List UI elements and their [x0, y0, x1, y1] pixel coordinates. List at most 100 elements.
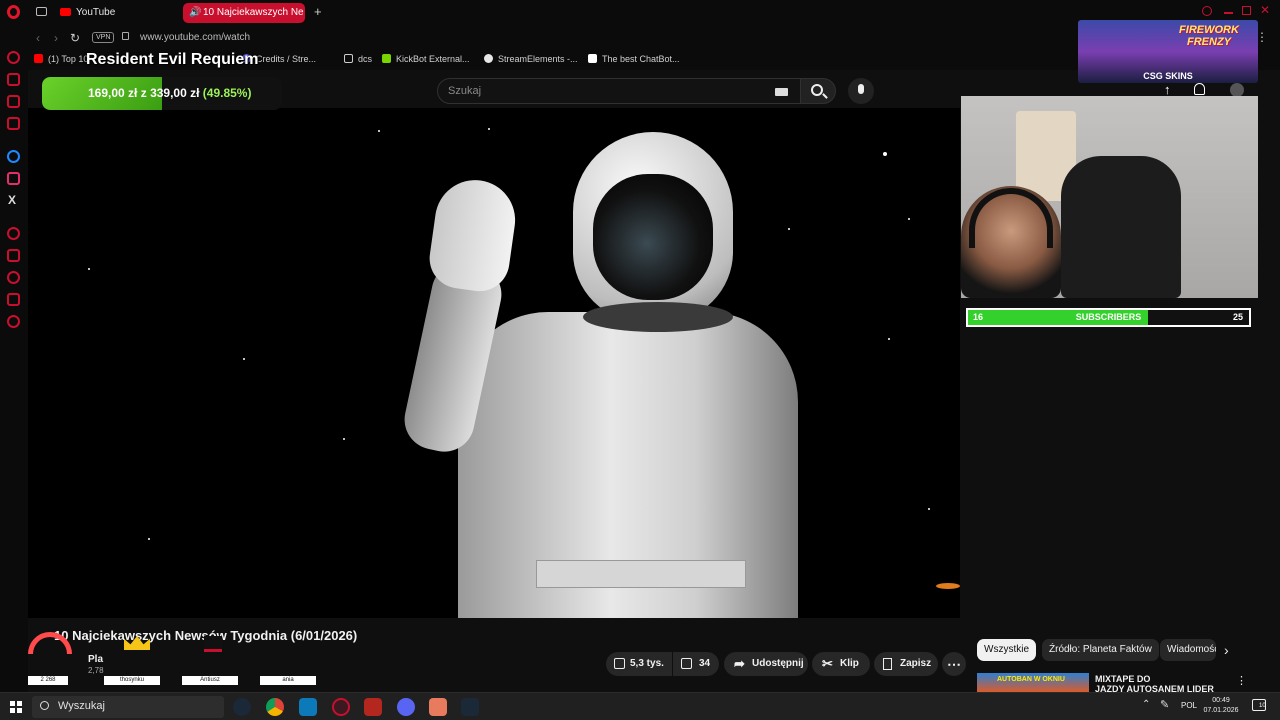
bookmark-folder[interactable]: dcs	[344, 54, 372, 64]
voice-search-button[interactable]	[848, 78, 874, 104]
steam-app-icon[interactable]	[233, 698, 251, 716]
forward-icon[interactable]: ›	[54, 31, 58, 45]
create-icon[interactable]: ↑	[1164, 82, 1171, 97]
rainbow-decoration	[28, 632, 72, 654]
search-tabs-icon[interactable]	[1202, 6, 1212, 16]
paint-app-icon[interactable]	[429, 698, 447, 716]
sidebar-player-icon[interactable]	[7, 95, 20, 108]
tray-overflow-icon[interactable]: ⌃	[1142, 699, 1150, 710]
opera-app-icon[interactable]	[332, 698, 350, 716]
opera-logo-icon[interactable]	[7, 5, 20, 19]
tab-youtube[interactable]: YouTube	[56, 3, 180, 23]
chip-news[interactable]: Wiadomości	[1160, 639, 1216, 661]
bookmark-item[interactable]: KickBot External...	[382, 54, 470, 64]
viewer-avatar: ania	[260, 676, 316, 685]
microphone-icon	[858, 84, 864, 94]
sidebar-clock-icon[interactable]	[7, 271, 20, 284]
star	[243, 358, 245, 360]
search-icon-handle	[822, 93, 828, 99]
sidebar-speed-dial-icon[interactable]	[7, 227, 20, 240]
ufo-icon	[936, 583, 960, 589]
bookmark-item[interactable]: (1) Top 10	[34, 54, 88, 64]
star	[343, 438, 345, 440]
lock-icon	[122, 32, 129, 40]
astronaut-collar	[583, 302, 733, 332]
viewer-avatar: Antiusz	[182, 676, 238, 685]
browser-sidebar: X	[0, 0, 28, 692]
sidebar-wallet-icon[interactable]	[7, 249, 20, 262]
like-button[interactable]: 5,3 tys.	[606, 652, 672, 676]
video-player[interactable]	[28, 108, 960, 618]
url-field[interactable]: www.youtube.com/watch	[140, 32, 250, 43]
bookmark-item[interactable]: The best ChatBot...	[588, 54, 680, 64]
sidebar-instagram-icon[interactable]	[7, 172, 20, 185]
sidebar-x-icon[interactable]: X	[8, 193, 16, 207]
sponsor-banner: FIREWORK FRENZY CSG SKINS	[1078, 20, 1258, 83]
viewer-avatar: 2 268	[28, 676, 68, 685]
language-indicator[interactable]: POL	[1181, 701, 1197, 710]
bookmark-item[interactable]: StreamElements -...	[484, 54, 578, 64]
voicemeeter-app-icon[interactable]	[364, 698, 382, 716]
banner-brand: CSG SKINS	[1143, 71, 1193, 81]
sidebar-settings-icon[interactable]	[7, 315, 20, 328]
new-tab-button[interactable]: +	[314, 4, 322, 19]
clock[interactable]: 00:49 07.01.2026	[1202, 696, 1240, 716]
astronaut-belt	[536, 560, 746, 588]
recommended-title[interactable]: MIXTAPE DO JAZDY AUTOSANEM LIDER 10	[1095, 674, 1225, 692]
taskbar-search[interactable]: Wyszukaj	[32, 696, 224, 718]
steam-tray-app-icon[interactable]	[461, 698, 479, 716]
search-icon	[40, 701, 49, 710]
chips-next-icon[interactable]: ›	[1224, 642, 1229, 658]
thumbs-down-icon	[681, 658, 692, 669]
close-icon[interactable]: ✕	[1260, 3, 1270, 17]
account-avatar[interactable]	[1230, 83, 1244, 97]
tab-active-video[interactable]: 🔊 10 Najciekawszych Ne	[183, 3, 305, 23]
sidebar-history-icon[interactable]	[7, 51, 20, 64]
stream-title-overlay: Resident Evil Requiem	[86, 51, 259, 68]
top-hat-icon	[204, 636, 222, 652]
reload-icon[interactable]: ↻	[70, 31, 80, 45]
scissors-icon: ✂	[822, 656, 833, 671]
notification-center-icon[interactable]: 10	[1252, 699, 1266, 711]
more-actions-button[interactable]: ⋯	[942, 652, 966, 676]
recommended-menu-icon[interactable]: ⋮	[1236, 674, 1247, 687]
notification-count: 10	[1259, 703, 1266, 709]
recommended-thumbnail[interactable]: AUTOBAN W OKNIU	[977, 673, 1089, 692]
chrome-app-icon[interactable]	[266, 698, 284, 716]
banner-title: FIREWORK FRENZY	[1179, 24, 1239, 48]
subscriber-goal-label: SUBSCRIBERS	[1075, 312, 1142, 322]
minimize-icon[interactable]	[1224, 12, 1233, 14]
sidebar-messenger-icon[interactable]	[7, 150, 20, 163]
maximize-icon[interactable]	[1242, 6, 1251, 15]
donation-goal-text: 169,00 zł z 339,00 zł (49.85%)	[88, 86, 252, 100]
star	[928, 508, 930, 510]
workspace-icon[interactable]	[36, 7, 47, 16]
sidebar-aria-icon[interactable]	[7, 73, 20, 86]
start-button[interactable]	[10, 701, 22, 713]
keyboard-icon[interactable]	[775, 88, 788, 96]
webcam-overlay	[961, 96, 1258, 298]
dislike-button[interactable]: 34	[673, 652, 719, 676]
youtube-favicon-icon	[60, 8, 71, 16]
star	[908, 218, 910, 220]
back-icon[interactable]: ‹	[36, 31, 40, 45]
pen-icon[interactable]: ✎	[1160, 698, 1169, 711]
clip-button[interactable]: ✂ Klip	[812, 652, 870, 676]
vscode-app-icon[interactable]	[299, 698, 317, 716]
thumbs-up-icon	[614, 658, 625, 669]
taskbar: Wyszukaj ⌃ ✎ POL 00:49 07.01.2026 10	[0, 692, 1280, 720]
astronaut-glove	[425, 174, 521, 296]
sidebar-mail-icon[interactable]	[7, 117, 20, 130]
subscriber-goal-bar: 16 SUBSCRIBERS 25	[966, 308, 1251, 327]
share-button[interactable]: ➦ Udostępnij	[724, 652, 808, 676]
search-button[interactable]	[800, 78, 836, 104]
notifications-bell-icon[interactable]	[1194, 83, 1205, 95]
chip-all[interactable]: Wszystkie	[977, 639, 1036, 661]
sidebar-extensions-icon[interactable]	[7, 293, 20, 306]
search-input[interactable]: Szukaj	[437, 78, 801, 104]
discord-app-icon[interactable]	[397, 698, 415, 716]
chip-source[interactable]: Źródło: Planeta Faktów	[1042, 639, 1159, 661]
save-button[interactable]: Zapisz	[874, 652, 938, 676]
vpn-badge[interactable]: VPN	[92, 32, 115, 43]
bookmark-icon	[883, 658, 892, 670]
